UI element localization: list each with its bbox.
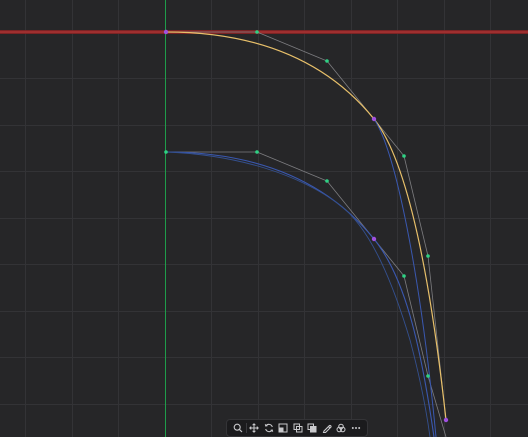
secondary-curve[interactable] xyxy=(165,151,435,437)
primary-anchor-end[interactable] xyxy=(443,417,449,423)
secondary-handle-2[interactable] xyxy=(325,179,329,183)
primary-anchor-mid[interactable] xyxy=(371,116,377,122)
bottom-toolbar xyxy=(226,419,368,437)
secondary-curve-inner xyxy=(165,151,431,437)
primary-curve-handles xyxy=(166,31,447,421)
secondary-handle-3[interactable] xyxy=(402,274,406,278)
primary-handle-1[interactable] xyxy=(255,30,259,34)
primary-handle-3[interactable] xyxy=(402,154,406,158)
primary-anchor-start[interactable] xyxy=(163,29,169,35)
grid-lines xyxy=(0,0,528,437)
move-icon[interactable] xyxy=(247,421,261,435)
curve-canvas[interactable] xyxy=(0,0,528,437)
secondary-handle-1[interactable] xyxy=(255,150,259,154)
more-icon[interactable] xyxy=(349,421,363,435)
secondary-handle-4[interactable] xyxy=(426,374,430,378)
layers-icon[interactable] xyxy=(334,421,348,435)
primary-handle-4[interactable] xyxy=(426,254,430,258)
secondary-curve-handles xyxy=(166,151,447,437)
refresh-icon[interactable] xyxy=(262,421,276,435)
fit-icon[interactable] xyxy=(276,421,290,435)
paste-icon[interactable] xyxy=(305,421,319,435)
secondary-anchor-mid[interactable] xyxy=(371,236,377,242)
edit-icon[interactable] xyxy=(320,421,334,435)
search-icon[interactable] xyxy=(231,421,245,435)
copy-icon[interactable] xyxy=(291,421,305,435)
curve-editor[interactable] xyxy=(0,0,528,437)
secondary-handle-start[interactable] xyxy=(164,150,168,154)
primary-curve[interactable] xyxy=(165,31,447,421)
primary-handle-2[interactable] xyxy=(325,59,329,63)
